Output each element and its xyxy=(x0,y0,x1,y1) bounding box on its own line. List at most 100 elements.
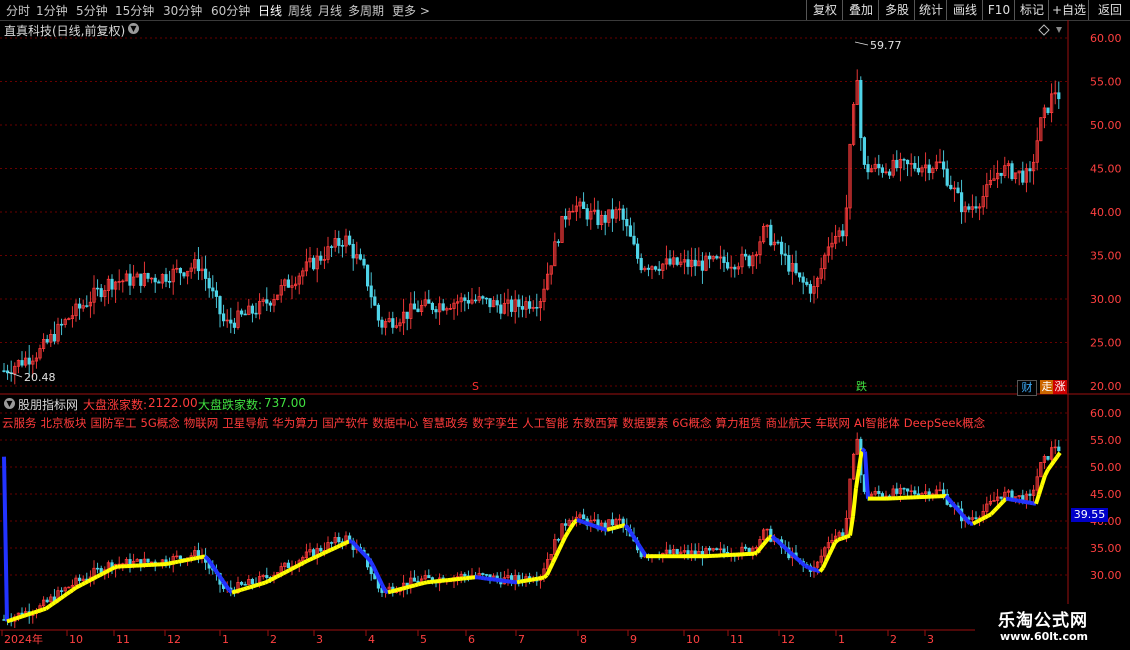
kline-chart[interactable]: 60.00 55.00 50.00 45.00 40.00 35.00 30.00 25.00… xyxy=(0,0,1130,650)
candle-body xyxy=(938,161,942,164)
trend-segment xyxy=(843,534,848,540)
trend-segment xyxy=(1001,497,1008,504)
finance-badge[interactable]: 财 xyxy=(1017,380,1037,396)
candle-body xyxy=(974,206,978,209)
concept-tag[interactable]: 东数西算 xyxy=(572,416,618,430)
concept-tag[interactable]: 卫星导航 xyxy=(222,416,268,430)
concept-tag[interactable]: 数据要素 xyxy=(622,416,668,430)
trend-segment xyxy=(618,523,623,529)
candle-body xyxy=(117,281,121,283)
candle-body xyxy=(945,168,949,186)
trend-segment xyxy=(336,543,341,549)
trend-segment xyxy=(528,577,533,583)
candle-body xyxy=(60,323,64,326)
concept-tag[interactable]: 数据中心 xyxy=(372,416,418,430)
candle-body xyxy=(747,255,751,267)
concept-tag[interactable]: 华为算力 xyxy=(272,416,318,430)
advancers-value: 2122.00 xyxy=(148,396,198,410)
trend-segment xyxy=(981,515,986,521)
concept-tag[interactable]: 6G概念 xyxy=(672,416,711,430)
candle-body xyxy=(571,210,575,213)
chevron-down-icon[interactable]: ▼ xyxy=(4,398,15,409)
trend-segment xyxy=(273,574,278,580)
trend-segment xyxy=(42,606,47,612)
concept-tag[interactable]: 国防军工 xyxy=(91,416,137,430)
trend-segment xyxy=(189,556,194,562)
concept-tag[interactable]: 人工智能 xyxy=(522,416,568,430)
trend-segment xyxy=(579,519,584,524)
concept-tag[interactable]: 车联网 xyxy=(815,416,850,430)
concept-tag[interactable]: 数字孪生 xyxy=(472,416,518,430)
candle-body xyxy=(693,550,697,555)
candle-body xyxy=(999,172,1003,176)
candle-body xyxy=(646,267,651,270)
trend-badge[interactable]: 走 xyxy=(1040,380,1054,394)
time-tick-label: 5 xyxy=(420,633,427,646)
decliners-label: 大盘跌家数: xyxy=(198,398,263,412)
trend-segment xyxy=(1020,499,1025,504)
candle-body xyxy=(618,208,622,211)
price-tick-label: 60.00 xyxy=(1090,407,1122,420)
candle-body xyxy=(311,257,316,270)
price-tick-label: 55.00 xyxy=(1090,76,1122,89)
concept-tag[interactable]: AI智能体 xyxy=(854,416,900,430)
high-pointer xyxy=(854,41,869,46)
candle-body xyxy=(906,159,910,165)
candle-body xyxy=(1028,493,1032,496)
candle-body xyxy=(373,296,377,306)
trend-segment xyxy=(380,583,387,592)
concept-tag[interactable]: 国产软件 xyxy=(322,416,368,430)
concept-tag[interactable]: 物联网 xyxy=(184,416,219,430)
concept-tag[interactable]: 云服务 xyxy=(2,416,37,430)
trend-segment xyxy=(542,573,549,580)
trend-segment xyxy=(818,566,825,573)
chevron-down-icon[interactable]: ▼ xyxy=(128,23,139,34)
candle-body xyxy=(675,257,679,265)
concept-tag[interactable]: DeepSeek概念 xyxy=(904,416,985,430)
concept-tag[interactable]: 算力租赁 xyxy=(715,416,761,430)
candle-body xyxy=(167,281,172,283)
time-axis: 2024年 10 11 12 1 2 3 4 5 6 7 8 9 10 11 12 1 2 3 xyxy=(1,630,934,646)
trend-segment xyxy=(1008,497,1013,502)
time-tick-label: 7 xyxy=(518,633,525,646)
candle-body xyxy=(319,255,323,261)
concept-tag[interactable]: 商业航天 xyxy=(765,416,811,430)
candle-body xyxy=(153,277,157,283)
candle-body xyxy=(329,246,334,248)
concept-tag[interactable]: 北京板块 xyxy=(41,416,87,430)
trend-segment xyxy=(632,536,639,544)
rise-badge[interactable]: 涨 xyxy=(1053,380,1067,394)
candle-body xyxy=(178,555,182,560)
candle-body xyxy=(517,575,521,581)
candle-body xyxy=(182,272,186,277)
candle-body xyxy=(528,301,532,309)
trend-segment xyxy=(291,565,296,571)
concept-tag[interactable]: 智慧政务 xyxy=(422,416,468,430)
trend-segment xyxy=(414,582,419,588)
candle-body xyxy=(1010,163,1014,180)
trend-segment xyxy=(270,576,275,582)
trend-segment xyxy=(183,557,188,563)
candle-body xyxy=(52,333,57,342)
trend-segment xyxy=(396,587,401,592)
candle-body xyxy=(636,243,640,259)
trend-segment xyxy=(851,487,858,517)
trend-segment xyxy=(111,565,116,571)
candle-body xyxy=(805,281,809,285)
candle-body xyxy=(582,201,586,209)
candle-body xyxy=(902,158,906,161)
candle-body xyxy=(960,192,964,213)
concept-tag[interactable]: 5G概念 xyxy=(141,416,180,430)
time-tick-label: 2024年 xyxy=(4,632,43,646)
candle-body xyxy=(603,522,607,528)
trend-segment xyxy=(560,536,567,545)
candle-body xyxy=(463,573,467,577)
candle-body xyxy=(221,313,226,322)
candle-body xyxy=(769,224,773,246)
candle-body xyxy=(610,209,615,219)
candle-body xyxy=(1021,170,1025,183)
low-price-label: 20.48 xyxy=(24,371,56,384)
time-tick-label: 1 xyxy=(222,633,229,646)
price-tick-label: 45.00 xyxy=(1090,163,1122,176)
candle-body xyxy=(239,582,244,585)
